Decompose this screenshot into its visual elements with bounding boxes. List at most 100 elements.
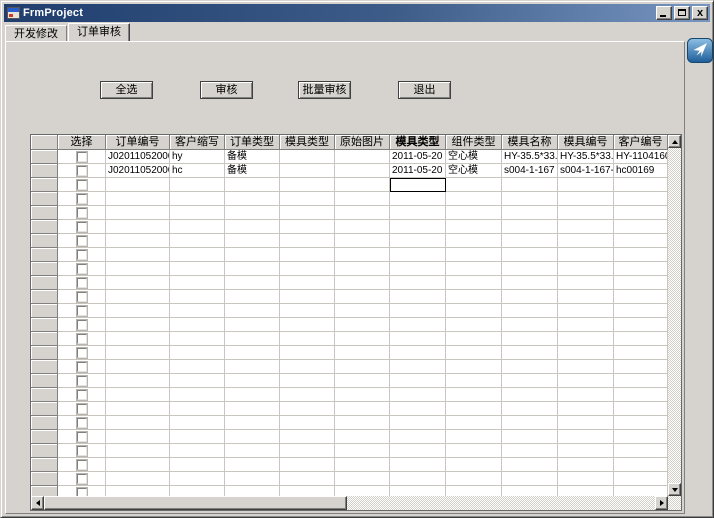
- row-checkbox[interactable]: [77, 376, 87, 386]
- grid-cell[interactable]: [170, 290, 225, 304]
- grid-cell[interactable]: [390, 346, 446, 360]
- row-checkbox[interactable]: [77, 278, 87, 288]
- tab-order-review[interactable]: 订单审核: [68, 23, 130, 41]
- grid-cell[interactable]: [225, 472, 280, 486]
- grid-cell[interactable]: [446, 234, 502, 248]
- grid-cell[interactable]: [170, 206, 225, 220]
- grid-cell[interactable]: [614, 346, 668, 360]
- grid-cell[interactable]: [106, 290, 170, 304]
- grid-cell[interactable]: [170, 192, 225, 206]
- grid-cell[interactable]: [335, 248, 390, 262]
- grid-cell[interactable]: [390, 458, 446, 472]
- grid-cell[interactable]: [502, 346, 558, 360]
- grid-cell[interactable]: [335, 388, 390, 402]
- grid-cell[interactable]: [170, 472, 225, 486]
- grid-cell[interactable]: [390, 290, 446, 304]
- close-icon[interactable]: x: [692, 6, 708, 20]
- row-checkbox[interactable]: [77, 488, 87, 497]
- grid-cell[interactable]: [280, 402, 335, 416]
- grid-cell[interactable]: 空心模: [446, 164, 502, 178]
- grid-cell[interactable]: [558, 262, 614, 276]
- grid-cell[interactable]: [614, 472, 668, 486]
- grid-cell[interactable]: [280, 220, 335, 234]
- grid-cell[interactable]: [106, 192, 170, 206]
- grid-cell[interactable]: [335, 374, 390, 388]
- grid-cell[interactable]: [335, 234, 390, 248]
- row-checkbox[interactable]: [77, 292, 87, 302]
- grid-cell[interactable]: [170, 360, 225, 374]
- column-header[interactable]: 组件类型: [446, 135, 502, 150]
- grid-cell[interactable]: [280, 234, 335, 248]
- grid-cell[interactable]: [335, 220, 390, 234]
- grid-cell[interactable]: [614, 416, 668, 430]
- grid-cell[interactable]: [106, 416, 170, 430]
- grid-cell[interactable]: [558, 402, 614, 416]
- grid-cell[interactable]: [558, 388, 614, 402]
- grid-cell[interactable]: [558, 416, 614, 430]
- grid-cell[interactable]: [558, 248, 614, 262]
- grid-cell[interactable]: [170, 402, 225, 416]
- grid-cell[interactable]: [170, 178, 225, 192]
- grid-cell[interactable]: [106, 220, 170, 234]
- row-checkbox[interactable]: [77, 446, 87, 456]
- grid-cell[interactable]: J020110520002: [106, 164, 170, 178]
- row-header-cell[interactable]: [31, 472, 58, 486]
- grid-cell[interactable]: [614, 220, 668, 234]
- grid-cell[interactable]: 备模: [225, 150, 280, 164]
- row-header-cell[interactable]: [31, 304, 58, 318]
- row-header-cell[interactable]: [31, 388, 58, 402]
- row-checkbox[interactable]: [77, 460, 87, 470]
- row-header-cell[interactable]: [31, 374, 58, 388]
- row-header-cell[interactable]: [31, 332, 58, 346]
- grid-cell[interactable]: [390, 206, 446, 220]
- grid-cell[interactable]: [446, 248, 502, 262]
- grid-cell[interactable]: [335, 290, 390, 304]
- grid-cell[interactable]: [446, 332, 502, 346]
- grid-cell[interactable]: [106, 444, 170, 458]
- grid-cell[interactable]: [614, 192, 668, 206]
- grid-cell[interactable]: [390, 430, 446, 444]
- grid-cell[interactable]: hc00169: [614, 164, 668, 178]
- grid-cell[interactable]: [502, 206, 558, 220]
- grid-cell[interactable]: [390, 388, 446, 402]
- grid-cell[interactable]: [390, 262, 446, 276]
- grid-cell[interactable]: [390, 416, 446, 430]
- select-all-button[interactable]: 全选: [100, 81, 153, 99]
- grid-cell[interactable]: [106, 332, 170, 346]
- grid-cell[interactable]: [502, 234, 558, 248]
- row-header-cell[interactable]: [31, 402, 58, 416]
- grid-cell[interactable]: [558, 430, 614, 444]
- scroll-left-icon[interactable]: [31, 496, 44, 510]
- grid-cell[interactable]: [170, 276, 225, 290]
- grid-cell[interactable]: [614, 262, 668, 276]
- row-checkbox[interactable]: [77, 152, 87, 162]
- grid-cell[interactable]: [502, 304, 558, 318]
- column-header[interactable]: 订单编号: [106, 135, 170, 150]
- row-checkbox[interactable]: [77, 264, 87, 274]
- grid-cell[interactable]: HY-35.5*33.5*: [558, 150, 614, 164]
- row-header-cell[interactable]: [31, 178, 58, 192]
- grid-cell[interactable]: [390, 402, 446, 416]
- grid-cell[interactable]: [558, 304, 614, 318]
- grid-cell[interactable]: [390, 220, 446, 234]
- grid-cell[interactable]: [502, 430, 558, 444]
- grid-cell[interactable]: [502, 178, 558, 192]
- grid-cell[interactable]: [170, 234, 225, 248]
- row-header-cell[interactable]: [31, 248, 58, 262]
- grid-cell[interactable]: [280, 192, 335, 206]
- grid-cell[interactable]: [225, 234, 280, 248]
- grid-cell[interactable]: [170, 430, 225, 444]
- grid-cell[interactable]: [280, 374, 335, 388]
- grid-cell[interactable]: [170, 304, 225, 318]
- grid-cell[interactable]: [170, 318, 225, 332]
- grid-cell[interactable]: [280, 304, 335, 318]
- grid-cell[interactable]: hy: [170, 150, 225, 164]
- grid-cell[interactable]: [558, 332, 614, 346]
- grid-cell[interactable]: J020110520001: [106, 150, 170, 164]
- grid-cell[interactable]: [614, 304, 668, 318]
- grid-cell[interactable]: [614, 444, 668, 458]
- row-checkbox[interactable]: [77, 404, 87, 414]
- grid-cell[interactable]: [106, 430, 170, 444]
- row-header-cell[interactable]: [31, 430, 58, 444]
- grid-cell[interactable]: [558, 472, 614, 486]
